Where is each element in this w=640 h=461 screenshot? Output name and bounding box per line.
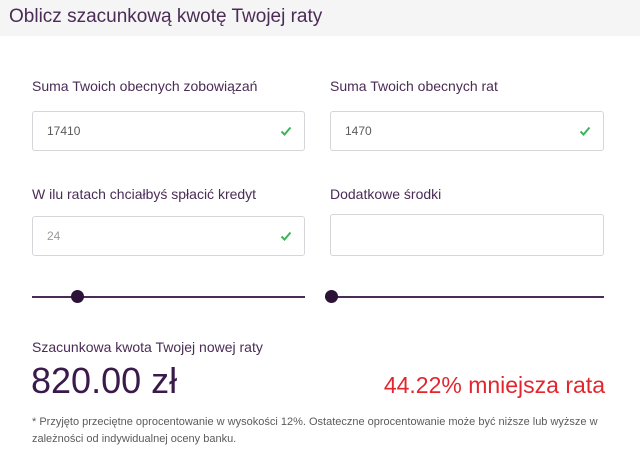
installments-count-field[interactable] xyxy=(32,216,305,256)
total-installments-label: Suma Twoich obecnych rat xyxy=(330,78,498,94)
installments-count-label: W ilu ratach chciałbyś spłacić kredyt xyxy=(32,186,257,202)
slider-track xyxy=(325,296,604,298)
installments-slider[interactable] xyxy=(32,290,305,304)
installments-count-input[interactable] xyxy=(33,217,304,255)
total-obligations-field[interactable] xyxy=(32,111,305,151)
check-icon xyxy=(280,126,292,136)
page-title: Oblicz szacunkową kwotę Twojej raty xyxy=(9,6,323,27)
total-installments-field[interactable] xyxy=(330,111,604,151)
total-obligations-input[interactable] xyxy=(33,112,304,150)
additional-funds-label: Dodatkowe środki xyxy=(330,186,442,202)
new-installment-amount: 820.00 zł xyxy=(31,360,178,401)
header-bar: Oblicz szacunkową kwotę Twojej raty xyxy=(0,0,640,36)
total-obligations-label: Suma Twoich obecnych zobowiązań xyxy=(32,78,258,94)
additional-funds-slider[interactable] xyxy=(325,290,604,304)
check-icon xyxy=(280,231,292,241)
installment-reduction: 44.22% mniejsza rata xyxy=(383,372,605,398)
total-installments-input[interactable] xyxy=(331,112,603,150)
slider-thumb[interactable] xyxy=(71,290,84,303)
check-icon xyxy=(579,126,591,136)
footnote: * Przyjęto przeciętne oprocentowanie w w… xyxy=(32,416,598,445)
result-label: Szacunkowa kwota Twojej nowej raty xyxy=(32,339,263,355)
slider-thumb[interactable] xyxy=(325,290,338,303)
additional-funds-field[interactable] xyxy=(330,214,604,256)
additional-funds-input[interactable] xyxy=(331,215,603,255)
